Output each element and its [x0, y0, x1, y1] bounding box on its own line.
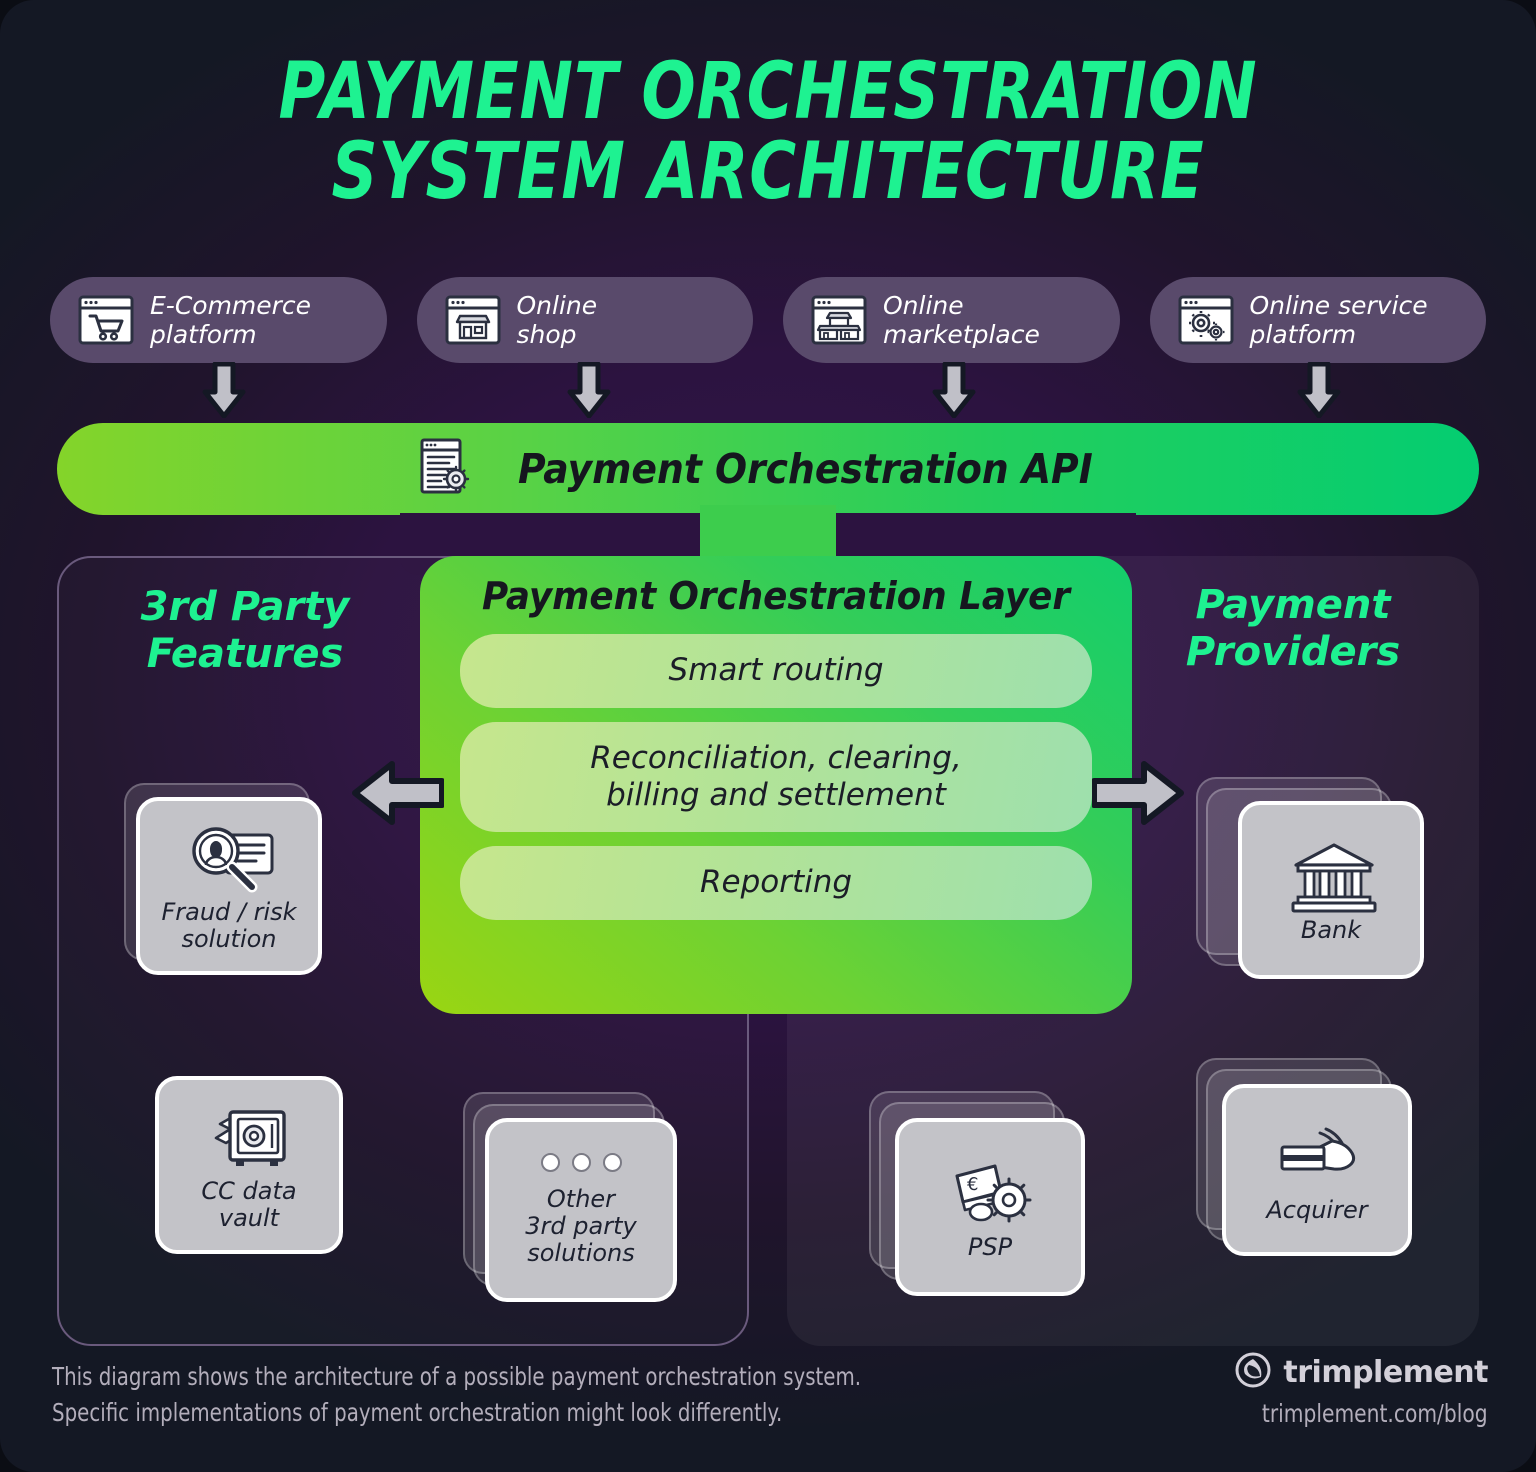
layer-feature-reconciliation[interactable]: Reconciliation, clearing, billing and se… [460, 722, 1092, 832]
title-line-2: SYSTEM ARCHITECTURE [331, 127, 1205, 218]
source-systems-row: E-Commerce platform Online shop Online m… [50, 277, 1486, 363]
card-label: PSP [967, 1232, 1013, 1261]
shopping-cart-window-icon [78, 295, 134, 345]
source-card-ecommerce-platform[interactable]: E-Commerce platform [50, 277, 387, 363]
storefront-window-icon [445, 295, 501, 345]
arrow-down-online-service-platform [1296, 361, 1342, 419]
arrow-down-online-shop [566, 361, 612, 419]
source-card-label: Online service platform [1249, 290, 1428, 350]
footer-note: This diagram shows the architecture of a… [52, 1362, 862, 1427]
brand-url[interactable]: trimplement.com/blog [1261, 1399, 1488, 1428]
card-label: Acquirer [1266, 1195, 1368, 1224]
source-card-online-marketplace[interactable]: Online marketplace [783, 277, 1120, 363]
page-title: PAYMENT ORCHESTRATION SYSTEM ARCHITECTUR… [0, 52, 1536, 213]
card-acquirer[interactable]: Acquirer [1196, 1058, 1412, 1256]
source-card-label: Online marketplace [883, 290, 1040, 350]
document-gear-icon [419, 437, 471, 502]
card-bank[interactable]: Bank [1196, 777, 1426, 979]
title-line-1: PAYMENT ORCHESTRATION [278, 47, 1258, 137]
infographic-poster: PAYMENT ORCHESTRATION SYSTEM ARCHITECTUR… [0, 0, 1536, 1472]
payment-orchestration-api-bar[interactable]: Payment Orchestration API [57, 423, 1479, 515]
trimplement-droplet-logo [1235, 1352, 1271, 1393]
layer-feature-smart-routing[interactable]: Smart routing [460, 634, 1092, 708]
card-label: Other 3rd party solutions [525, 1185, 637, 1267]
dot [571, 1153, 591, 1173]
source-card-online-shop[interactable]: Online shop [416, 277, 753, 363]
arrow-right-to-providers [1091, 760, 1184, 826]
brand-name: trimplement [1283, 1355, 1488, 1390]
arrow-left-to-3rd-party [352, 760, 445, 826]
safe-vault-icon [206, 1098, 292, 1176]
api-bar-label: Payment Orchestration API [517, 445, 1093, 493]
card-cc-data-vault[interactable]: CC data vault [155, 1076, 345, 1256]
source-card-label: Online shop [516, 290, 598, 350]
card-other-3rd-party-solutions[interactable]: Other 3rd party solutions [463, 1092, 683, 1302]
source-card-online-service-platform[interactable]: Online service platform [1149, 277, 1486, 363]
euro-note-gear-icon: € [947, 1154, 1033, 1232]
arrow-down-online-marketplace [931, 361, 977, 419]
arrow-down-ecommerce [201, 361, 247, 419]
layer-feature-reporting[interactable]: Reporting [460, 846, 1092, 920]
dot [540, 1153, 560, 1173]
svg-text:€: € [967, 1174, 978, 1195]
source-card-label: E-Commerce platform [150, 290, 312, 350]
dot [602, 1153, 622, 1173]
three-dots-icon [540, 1153, 622, 1173]
card-fraud-risk-solution[interactable]: Fraud / risk solution [124, 783, 324, 975]
card-label: CC data vault [201, 1177, 297, 1232]
bank-building-icon [1288, 837, 1377, 915]
hand-credit-card-icon [1274, 1117, 1360, 1195]
card-label: Bank [1300, 915, 1362, 944]
marketplace-window-icon [811, 295, 867, 345]
gears-window-icon [1178, 295, 1234, 345]
layer-title: Payment Orchestration Layer [481, 574, 1071, 618]
footer-brand: trimplement trimplement.com/blog [1235, 1352, 1488, 1428]
magnifier-id-card-icon [186, 819, 274, 897]
card-psp[interactable]: € PSP [869, 1091, 1085, 1296]
card-label: Fraud / risk solution [161, 898, 297, 953]
payment-orchestration-layer: Payment Orchestration Layer Smart routin… [420, 556, 1132, 1014]
